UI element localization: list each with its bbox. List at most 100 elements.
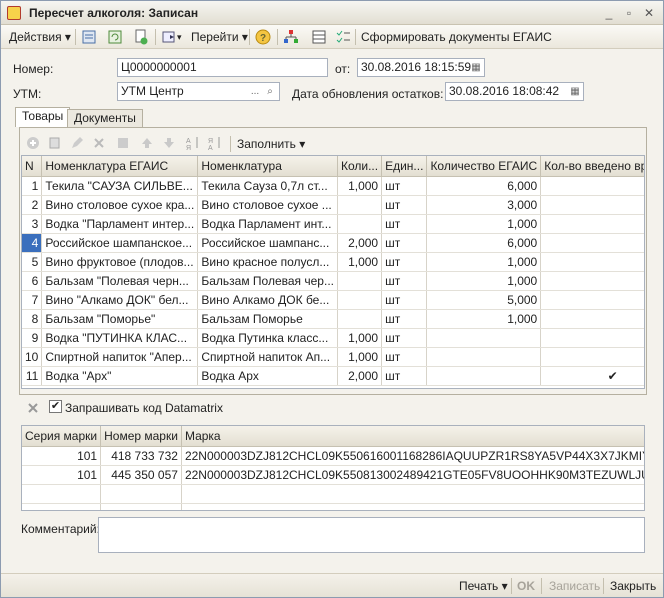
actions-menu[interactable]: Действия ▾ bbox=[9, 28, 71, 46]
table-cell[interactable]: шт bbox=[381, 290, 428, 310]
table-row[interactable]: 4 Российское шампанское... Российское шамп… bbox=[22, 233, 644, 253]
table-cell[interactable]: 1,000 bbox=[426, 271, 542, 291]
open-list-icon[interactable] bbox=[81, 29, 97, 45]
table-cell[interactable]: Бальзам Поморье bbox=[197, 309, 338, 329]
table-cell[interactable]: шт bbox=[381, 271, 428, 291]
refresh-date-field[interactable]: 30.08.2016 18:08:42 ▦ bbox=[445, 82, 584, 101]
table-cell[interactable]: Бальзам Полевая чер... bbox=[197, 271, 338, 291]
table-cell[interactable]: 2 bbox=[22, 195, 43, 215]
table-cell[interactable] bbox=[426, 366, 542, 386]
table-row[interactable]: 2 Вино столовое сухое кра... Вино столовое… bbox=[22, 195, 644, 215]
table-cell[interactable]: 1,000 bbox=[426, 252, 542, 272]
table-cell[interactable] bbox=[337, 195, 383, 215]
table-row[interactable]: 7 Вино "Алкамо ДОК" бел... Вино Алкамо ДОК… bbox=[22, 290, 644, 310]
calendar-icon[interactable]: ▦ bbox=[568, 84, 582, 99]
table-cell[interactable]: 101 bbox=[22, 446, 102, 466]
table-cell[interactable] bbox=[337, 309, 383, 329]
table-cell[interactable]: 1 bbox=[22, 176, 43, 196]
table-cell[interactable]: шт bbox=[381, 233, 428, 253]
goto-menu[interactable]: Перейти ▾ bbox=[191, 28, 248, 46]
table-row[interactable]: 1 Текила "САУЗА СИЛЬВЕ... Текила Сауза 0,7… bbox=[22, 176, 644, 196]
move-up-icon[interactable] bbox=[139, 135, 155, 151]
table-cell[interactable]: 1,000 bbox=[337, 347, 383, 367]
table-row[interactable]: 5 Вино фруктовое (плодов... Вино красное п… bbox=[22, 252, 644, 272]
ok-button[interactable]: OK bbox=[517, 577, 535, 595]
move-down-icon[interactable] bbox=[161, 135, 177, 151]
table-cell[interactable]: Водка "Парламент интер... bbox=[41, 214, 199, 234]
table-cell[interactable]: 6 bbox=[22, 271, 43, 291]
table-cell[interactable]: 3,000 bbox=[426, 195, 542, 215]
table-cell[interactable] bbox=[540, 233, 644, 253]
add-row-icon[interactable] bbox=[25, 135, 41, 151]
table-cell[interactable]: 2,000 bbox=[337, 366, 383, 386]
table-cell[interactable]: Вино красное полусл... bbox=[197, 252, 338, 272]
table-cell[interactable]: Текила "САУЗА СИЛЬВЕ... bbox=[41, 176, 199, 196]
table-cell[interactable] bbox=[540, 347, 644, 367]
search-icon[interactable]: ⌕ bbox=[263, 84, 277, 99]
table-cell[interactable] bbox=[426, 328, 542, 348]
print-menu[interactable]: Печать ▾ bbox=[459, 577, 508, 595]
select-ellipsis-icon[interactable]: ... bbox=[248, 84, 262, 99]
table-cell[interactable]: Водка Парламент инт... bbox=[197, 214, 338, 234]
table-cell[interactable]: Текила Сауза 0,7л ст... bbox=[197, 176, 338, 196]
comment-field[interactable] bbox=[98, 517, 645, 553]
table-cell[interactable]: 445 350 057 bbox=[100, 465, 182, 485]
column-header[interactable]: Кол-во введено вручную bbox=[540, 156, 644, 177]
table-cell[interactable]: шт bbox=[381, 214, 428, 234]
table-cell[interactable]: шт bbox=[381, 309, 428, 329]
datamatrix-checkbox[interactable]: ✔ bbox=[49, 400, 62, 413]
column-header[interactable]: N bbox=[22, 156, 43, 177]
table-cell[interactable]: 22N000003DZJ812CHCL09K550813002489421GTE… bbox=[181, 465, 644, 485]
table-cell[interactable]: 10 bbox=[22, 347, 43, 367]
table-cell[interactable] bbox=[540, 328, 644, 348]
table-view-icon[interactable] bbox=[311, 29, 327, 45]
table-cell[interactable] bbox=[540, 252, 644, 272]
table-cell[interactable]: Российское шампанское... bbox=[41, 233, 199, 253]
table-row[interactable]: 8 Бальзам "Поморье" Бальзам Поморье шт 1,000 bbox=[22, 309, 644, 329]
table-cell[interactable]: 2,000 bbox=[337, 233, 383, 253]
table-cell[interactable]: шт bbox=[381, 328, 428, 348]
column-header[interactable]: Серия марки bbox=[22, 426, 102, 447]
table-cell[interactable]: Бальзам "Поморье" bbox=[41, 309, 199, 329]
post-dropdown-icon[interactable]: ▾ bbox=[177, 28, 182, 46]
sort-desc-icon[interactable]: ЯA bbox=[207, 135, 223, 151]
table-cell[interactable]: Водка "Арх" bbox=[41, 366, 199, 386]
table-cell[interactable]: 8 bbox=[22, 309, 43, 329]
table-cell[interactable]: шт bbox=[381, 252, 428, 272]
table-cell[interactable] bbox=[540, 309, 644, 329]
sort-asc-icon[interactable]: AЯ bbox=[185, 135, 201, 151]
copy-row-icon[interactable] bbox=[47, 135, 63, 151]
table-row[interactable]: 10 Спиртной напиток "Апер... Спиртной напи… bbox=[22, 347, 644, 367]
table-cell[interactable]: 1,000 bbox=[426, 214, 542, 234]
refresh-icon[interactable] bbox=[107, 29, 123, 45]
table-cell[interactable]: Водка Путинка класс... bbox=[197, 328, 338, 348]
table-cell[interactable]: 7 bbox=[22, 290, 43, 310]
table-cell[interactable]: Бальзам "Полевая черн... bbox=[41, 271, 199, 291]
close-button[interactable]: Закрыть bbox=[610, 577, 656, 595]
table-row[interactable]: 6 Бальзам "Полевая черн... Бальзам Полевая… bbox=[22, 271, 644, 291]
column-header[interactable]: Коли... bbox=[337, 156, 383, 177]
restore-icon[interactable]: ▫ bbox=[621, 5, 637, 21]
table-cell[interactable]: 1,000 bbox=[337, 176, 383, 196]
table-cell[interactable]: 1,000 bbox=[337, 252, 383, 272]
table-row[interactable]: 9 Водка "ПУТИНКА КЛАС... Водка Путинка кла… bbox=[22, 328, 644, 348]
calendar-icon[interactable]: ▦ bbox=[469, 60, 483, 75]
table-cell[interactable]: 6,000 bbox=[426, 176, 542, 196]
table-cell[interactable]: Спиртной напиток Ап... bbox=[197, 347, 338, 367]
edit-row-icon[interactable] bbox=[69, 135, 85, 151]
table-cell[interactable]: Вино столовое сухое кра... bbox=[41, 195, 199, 215]
table-cell[interactable]: 1,000 bbox=[426, 309, 542, 329]
table-cell[interactable] bbox=[337, 271, 383, 291]
table-cell[interactable]: шт bbox=[381, 195, 428, 215]
column-header[interactable]: Един... bbox=[381, 156, 428, 177]
table-cell[interactable] bbox=[540, 214, 644, 234]
table-cell[interactable]: 6,000 bbox=[426, 233, 542, 253]
table-cell[interactable] bbox=[337, 290, 383, 310]
table-cell[interactable]: шт bbox=[381, 347, 428, 367]
column-header[interactable]: Марка bbox=[181, 426, 644, 447]
form-egais-button[interactable]: Сформировать документы ЕГАИС bbox=[361, 28, 552, 46]
table-cell[interactable]: 3 bbox=[22, 214, 43, 234]
table-cell[interactable]: 5,000 bbox=[426, 290, 542, 310]
help-icon[interactable]: ? bbox=[255, 29, 271, 45]
table-cell[interactable]: 101 bbox=[22, 465, 102, 485]
